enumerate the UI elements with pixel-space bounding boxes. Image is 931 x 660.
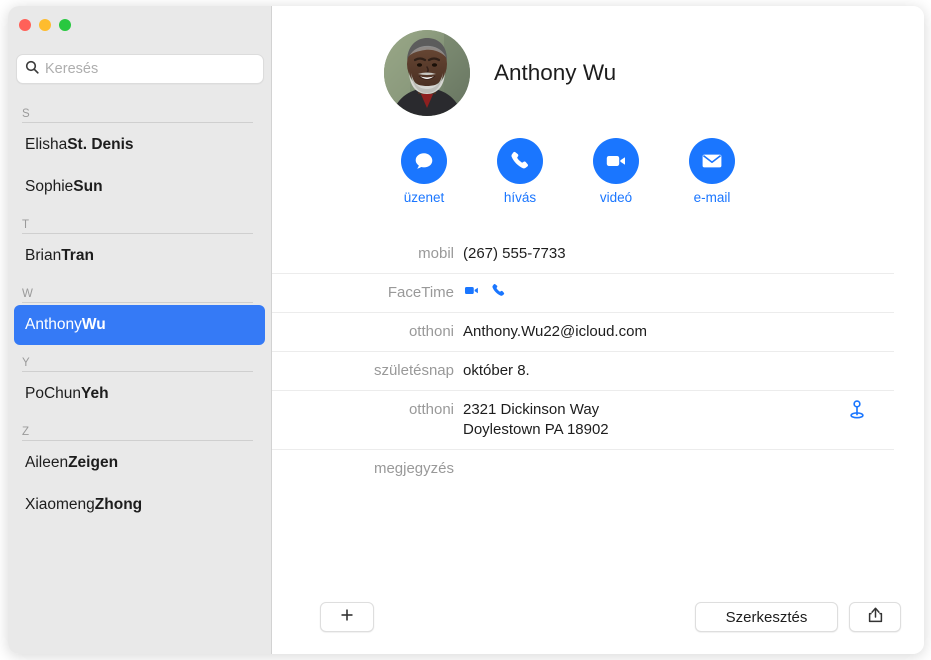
- contact-family-name: Zhong: [94, 496, 143, 513]
- search-icon: [25, 60, 45, 79]
- field-label: megjegyzés: [373, 460, 454, 477]
- field-row[interactable]: születésnap október 8.: [272, 351, 894, 390]
- plus-icon: [340, 608, 354, 627]
- section-divider: [22, 233, 253, 234]
- contact-family-name: St. Denis: [67, 136, 134, 153]
- envelope-icon: [689, 138, 735, 184]
- window-controls: [19, 19, 71, 31]
- action-label: videó: [599, 190, 633, 205]
- search-field[interactable]: [16, 54, 264, 84]
- field-value: október 8.: [463, 362, 530, 379]
- contact-card-header: Anthony Wu: [272, 6, 924, 116]
- field-value: 2321 Dickinson Way Doylestown PA 18902: [463, 400, 894, 440]
- search-container: [16, 54, 264, 84]
- add-contact-button[interactable]: [320, 602, 374, 632]
- phone-icon: [497, 138, 543, 184]
- field-label: otthoni: [408, 323, 454, 340]
- action-label: üzenet: [403, 190, 445, 205]
- section-letter: T: [22, 219, 30, 231]
- field-label: mobil: [418, 245, 454, 262]
- avatar[interactable]: [384, 30, 470, 116]
- phone-icon[interactable]: [490, 282, 507, 305]
- close-button[interactable]: [19, 19, 31, 31]
- edit-button-label: Szerkesztés: [725, 608, 808, 626]
- minimize-button[interactable]: [39, 19, 51, 31]
- contact-name: Anthony Wu: [494, 60, 617, 85]
- contact-list-item[interactable]: Sophie Sun: [14, 167, 265, 207]
- contact-given-name: Brian: [25, 247, 62, 264]
- contact-family-name: Sun: [73, 178, 103, 195]
- field-label: születésnap: [373, 362, 454, 379]
- contact-list[interactable]: S Elisha St. Denis Sophie Sun T Brian Tran W A…: [8, 96, 271, 654]
- contacts-window: SElisha St. DenisSophie SunTBrian TranWA…: [8, 6, 924, 654]
- contact-detail-pane: Anthony Wu üzenet hívás videó e-mail mobil (…: [272, 6, 924, 654]
- sidebar: SElisha St. DenisSophie SunTBrian TranWA…: [8, 6, 272, 654]
- address-line-2: Doylestown PA 18902: [463, 421, 609, 438]
- contact-list-item[interactable]: Anthony Wu: [14, 305, 265, 345]
- section-letter: Z: [22, 426, 30, 438]
- field-row[interactable]: otthoni 2321 Dickinson Way Doylestown PA 1…: [272, 390, 894, 449]
- action-e-mail[interactable]: e-mail: [688, 138, 736, 205]
- bottom-toolbar: Szerkesztés: [272, 586, 924, 654]
- contact-list-item[interactable]: Xiaomeng Zhong: [14, 485, 265, 525]
- contact-given-name: Elisha: [25, 136, 68, 153]
- contact-family-name: Zeigen: [68, 454, 119, 471]
- field-value: (267) 555-7733: [463, 245, 566, 262]
- section-divider: [22, 371, 253, 372]
- field-row[interactable]: otthoni Anthony.Wu22@icloud.com: [272, 312, 894, 351]
- contact-given-name: Sophie: [25, 178, 74, 195]
- field-label: FaceTime: [387, 284, 454, 301]
- action-label: hívás: [503, 190, 537, 205]
- contact-list-item[interactable]: Brian Tran: [14, 236, 265, 276]
- section-header: Y: [8, 357, 271, 372]
- video-camera-icon[interactable]: [463, 282, 480, 305]
- section-header: S: [8, 108, 271, 123]
- action-üzenet[interactable]: üzenet: [400, 138, 448, 205]
- field-row[interactable]: mobil (267) 555-7733: [272, 235, 894, 273]
- action-videó[interactable]: videó: [592, 138, 640, 205]
- section-letter: W: [22, 288, 34, 300]
- section-header: Z: [8, 426, 271, 441]
- field-row[interactable]: FaceTime: [272, 273, 894, 312]
- contact-family-name: Tran: [61, 247, 94, 264]
- contact-fields: mobil (267) 555-7733 FaceTime otthoni Anthon…: [272, 235, 924, 488]
- section-letter: Y: [22, 357, 30, 369]
- section-header: T: [8, 219, 271, 234]
- contact-list-item[interactable]: PoChun Yeh: [14, 374, 265, 414]
- facetime-icons: [463, 283, 894, 303]
- edit-button[interactable]: Szerkesztés: [695, 602, 838, 632]
- section-divider: [22, 440, 253, 441]
- contact-family-name: Wu: [81, 316, 106, 333]
- contact-given-name: Aileen: [25, 454, 69, 471]
- quick-actions: üzenet hívás videó e-mail: [400, 138, 924, 205]
- share-button[interactable]: [849, 602, 901, 632]
- field-row[interactable]: megjegyzés: [272, 449, 894, 488]
- section-divider: [22, 122, 253, 123]
- video-camera-icon: [593, 138, 639, 184]
- contact-list-item[interactable]: Elisha St. Denis: [14, 125, 265, 165]
- map-pin-icon[interactable]: [846, 399, 868, 426]
- action-hívás[interactable]: hívás: [496, 138, 544, 205]
- contact-list-item[interactable]: Aileen Zeigen: [14, 443, 265, 483]
- field-value: Anthony.Wu22@icloud.com: [463, 323, 647, 340]
- contact-family-name: Yeh: [81, 385, 109, 402]
- section-header: W: [8, 288, 271, 303]
- search-input[interactable]: [45, 61, 255, 77]
- section-divider: [22, 302, 253, 303]
- message-bubble-icon: [401, 138, 447, 184]
- field-label: otthoni: [408, 401, 454, 418]
- address-line-1: 2321 Dickinson Way: [463, 401, 600, 418]
- field-value: [463, 283, 894, 303]
- contact-given-name: Xiaomeng: [25, 496, 95, 513]
- action-label: e-mail: [693, 190, 731, 205]
- section-letter: S: [22, 108, 30, 120]
- zoom-button[interactable]: [59, 19, 71, 31]
- share-icon: [868, 606, 883, 628]
- contact-given-name: Anthony: [25, 316, 82, 333]
- contact-given-name: PoChun: [25, 385, 82, 402]
